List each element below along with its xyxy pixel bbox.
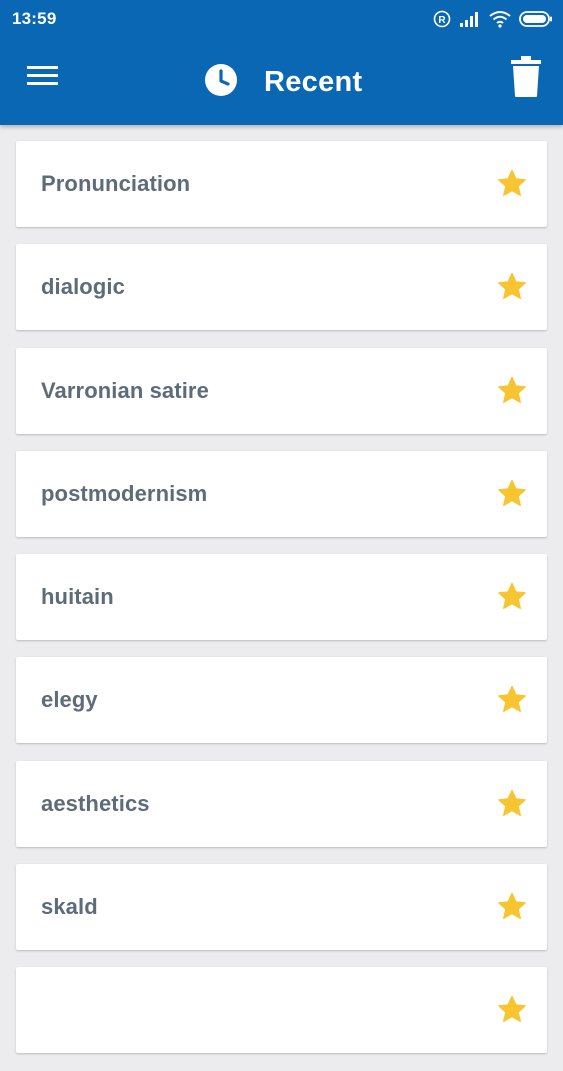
list-item[interactable]: postmodernism — [16, 450, 547, 537]
recent-list: Pronunciation dialogic Varronian satire pos… — [16, 141, 547, 1071]
toolbar: Recent — [0, 38, 563, 125]
list-item-label: postmodernism — [41, 480, 208, 506]
page-title: Recent — [264, 65, 363, 98]
signal-icon — [459, 10, 481, 28]
hamburger-menu-icon[interactable] — [24, 62, 64, 92]
list-item[interactable]: Varronian satire — [16, 347, 547, 434]
star-icon[interactable] — [496, 375, 528, 407]
list-item[interactable] — [16, 967, 547, 1054]
trash-icon[interactable] — [510, 56, 542, 98]
app-bar: 13:59 R Recent — [0, 0, 563, 125]
list-item[interactable]: elegy — [16, 657, 547, 744]
star-icon[interactable] — [496, 994, 528, 1026]
star-icon[interactable] — [496, 168, 528, 200]
star-icon[interactable] — [496, 788, 528, 820]
svg-text:R: R — [438, 15, 446, 26]
list-item[interactable]: dialogic — [16, 244, 547, 331]
star-icon[interactable] — [496, 478, 528, 510]
list-item-label: Pronunciation — [41, 171, 191, 196]
star-icon[interactable] — [496, 684, 528, 716]
star-icon[interactable] — [496, 271, 528, 303]
status-icons: R — [433, 8, 553, 30]
list-item-label: aesthetics — [41, 790, 150, 816]
list-item-label: elegy — [41, 687, 98, 713]
list-item[interactable]: skald — [16, 864, 547, 951]
wifi-icon — [489, 10, 511, 28]
registered-icon: R — [433, 10, 451, 28]
star-icon[interactable] — [496, 891, 528, 923]
list-item-label: dialogic — [41, 274, 125, 300]
status-bar: 13:59 R — [0, 0, 563, 38]
list-item-label: huitain — [41, 584, 114, 610]
page-title-group: Recent — [204, 62, 363, 102]
list-item[interactable]: Pronunciation — [16, 141, 547, 227]
clock-icon — [204, 63, 238, 102]
star-icon[interactable] — [496, 581, 528, 613]
list-item-label: skald — [41, 894, 98, 920]
list-item-label: Varronian satire — [41, 377, 209, 403]
list-item[interactable]: aesthetics — [16, 760, 547, 847]
list-item[interactable]: huitain — [16, 554, 547, 641]
status-time: 13:59 — [12, 9, 57, 28]
battery-icon — [519, 10, 553, 28]
